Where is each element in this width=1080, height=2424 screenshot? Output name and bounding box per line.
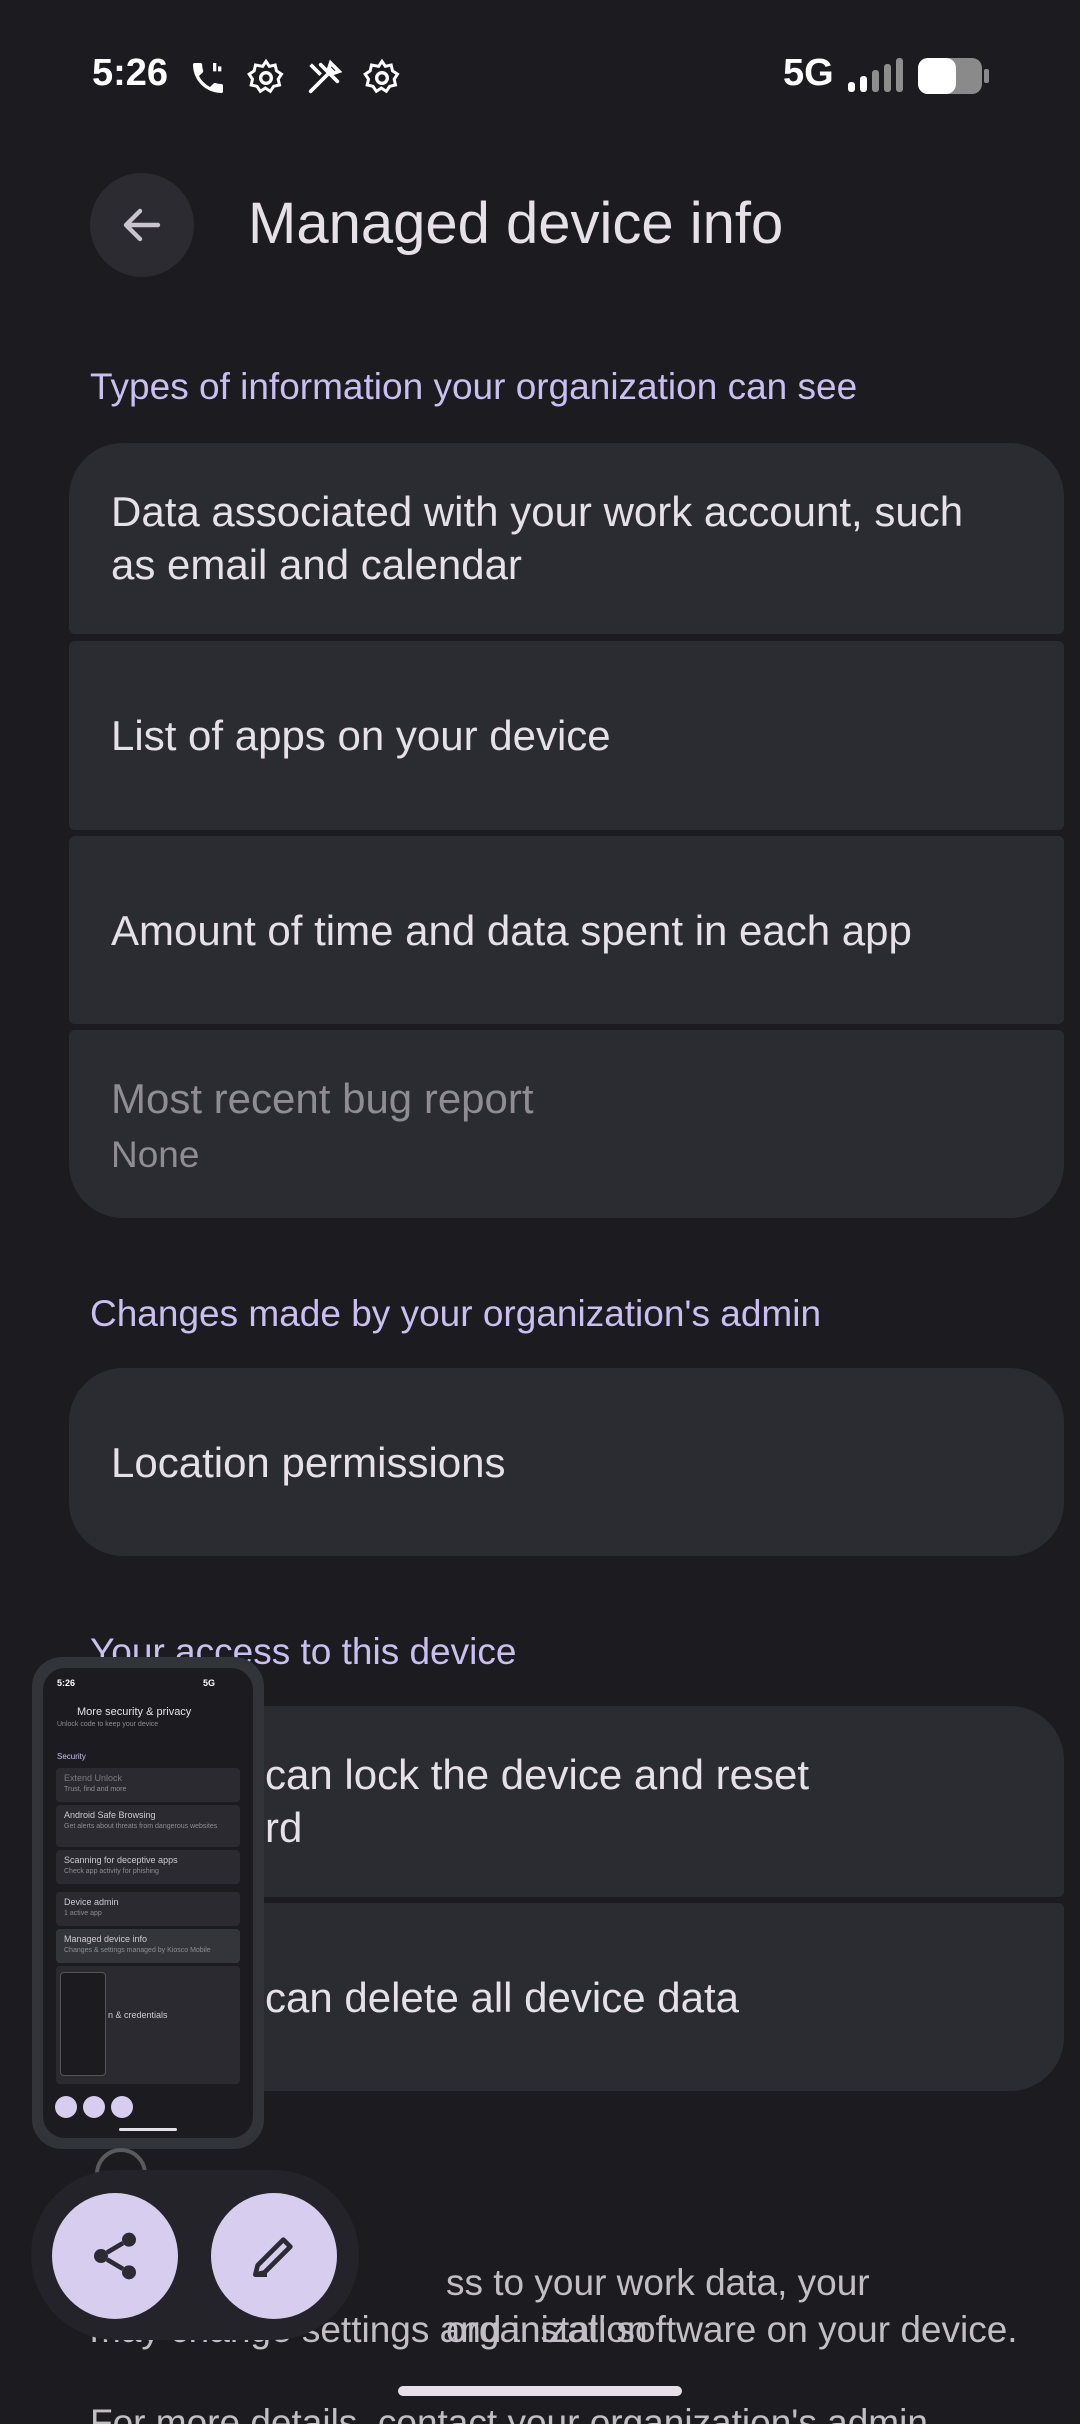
- info-item-apps-list: List of apps on your device: [69, 641, 1064, 830]
- gear-icon: [247, 58, 284, 94]
- preview-partial-row: n & credentials: [108, 2010, 168, 2020]
- footer-text-line3: For more details, contact your organizat…: [90, 2402, 939, 2424]
- call-icon: [193, 63, 223, 93]
- preview-row-title: Scanning for deceptive apps: [64, 1855, 178, 1865]
- preview-row-sub: Check app activity for phishing: [64, 1868, 159, 1875]
- preview-row-title: Device admin: [64, 1897, 119, 1907]
- info-item-label: List of apps on your device: [111, 712, 611, 759]
- gear-icon: [363, 58, 400, 94]
- preview-time: 5:26: [57, 1678, 76, 1688]
- back-button[interactable]: [90, 173, 194, 277]
- signal-icon: [848, 58, 903, 92]
- share-button[interactable]: [52, 2193, 178, 2319]
- arrow-back-icon: [123, 208, 161, 242]
- tools-icon: [308, 59, 343, 94]
- info-item-label: Most recent bug report: [111, 1075, 534, 1122]
- preview-row: Managed device info Changes & settings m…: [56, 1929, 240, 1963]
- info-item-time-data: Amount of time and data spent in each ap…: [69, 836, 1064, 1024]
- preview-section: Security: [57, 1752, 86, 1761]
- screenshot-preview-image: 5:26 5G More security & privacy Unlock c…: [43, 1668, 253, 2138]
- preview-row-sub: Changes & settings managed by Kiosco Mob…: [64, 1947, 211, 1954]
- info-item-value: None: [111, 1134, 200, 1175]
- info-item-work-data: Data associated with your work account, …: [69, 443, 1064, 634]
- preview-row: Device admin 1 active app: [56, 1892, 240, 1926]
- info-item-label: Data associated with your work account, …: [111, 488, 964, 588]
- info-item-bug-report: Most recent bug report None: [69, 1030, 1064, 1218]
- preview-row-title: Extend Unlock: [64, 1773, 123, 1783]
- preview-row: Android Safe Browsing Get alerts about t…: [56, 1805, 240, 1847]
- item-label: Location permissions: [111, 1439, 506, 1486]
- preview-more-icon: [111, 2096, 133, 2118]
- edit-button[interactable]: [211, 2193, 337, 2319]
- preview-row-sub: Trust, find and more: [64, 1786, 127, 1793]
- item-label-line2: rd: [265, 1804, 303, 1851]
- nested-preview-thumbnail: [60, 1972, 106, 2076]
- preview-row: Scanning for deceptive apps Check app ac…: [56, 1850, 240, 1884]
- preview-row-sub: 1 active app: [64, 1910, 102, 1917]
- preview-row: Extend Unlock Trust, find and more: [56, 1768, 240, 1802]
- screenshot-preview[interactable]: 5:26 5G More security & privacy Unlock c…: [32, 1657, 264, 2149]
- battery-icon: [918, 58, 989, 94]
- status-time: 5:26: [92, 52, 169, 94]
- section-title-admin-changes: Changes made by your organization's admi…: [90, 1293, 822, 1334]
- preview-nav-pill: [119, 2128, 177, 2131]
- preview-network: 5G: [203, 1678, 216, 1688]
- navigation-handle[interactable]: [398, 2386, 682, 2396]
- status-bar: 5:26 5G: [0, 0, 1080, 150]
- preview-title: More security & privacy: [77, 1706, 192, 1718]
- preview-edit-icon: [83, 2096, 105, 2118]
- page-title: Managed device info: [248, 191, 784, 256]
- preview-subtitle: Unlock code to keep your device: [57, 1721, 159, 1728]
- preview-row-title: Android Safe Browsing: [64, 1810, 156, 1820]
- preview-row-title: Managed device info: [64, 1934, 148, 1944]
- preview-row-sub: Get alerts about threats from dangerous …: [64, 1823, 218, 1830]
- network-type: 5G: [783, 52, 834, 94]
- share-icon: [94, 2232, 136, 2280]
- location-permissions-item[interactable]: Location permissions: [69, 1368, 1064, 1556]
- item-label: can delete all device data: [265, 1974, 739, 2021]
- preview-share-icon: [55, 2096, 77, 2118]
- item-label: can lock the device and reset: [265, 1751, 809, 1798]
- preview-row: n & credentials: [56, 1966, 240, 2084]
- edit-pencil-icon: [253, 2237, 293, 2277]
- info-item-label: Amount of time and data spent in each ap…: [111, 907, 912, 954]
- section-title-info-types: Types of information your organization c…: [90, 366, 858, 407]
